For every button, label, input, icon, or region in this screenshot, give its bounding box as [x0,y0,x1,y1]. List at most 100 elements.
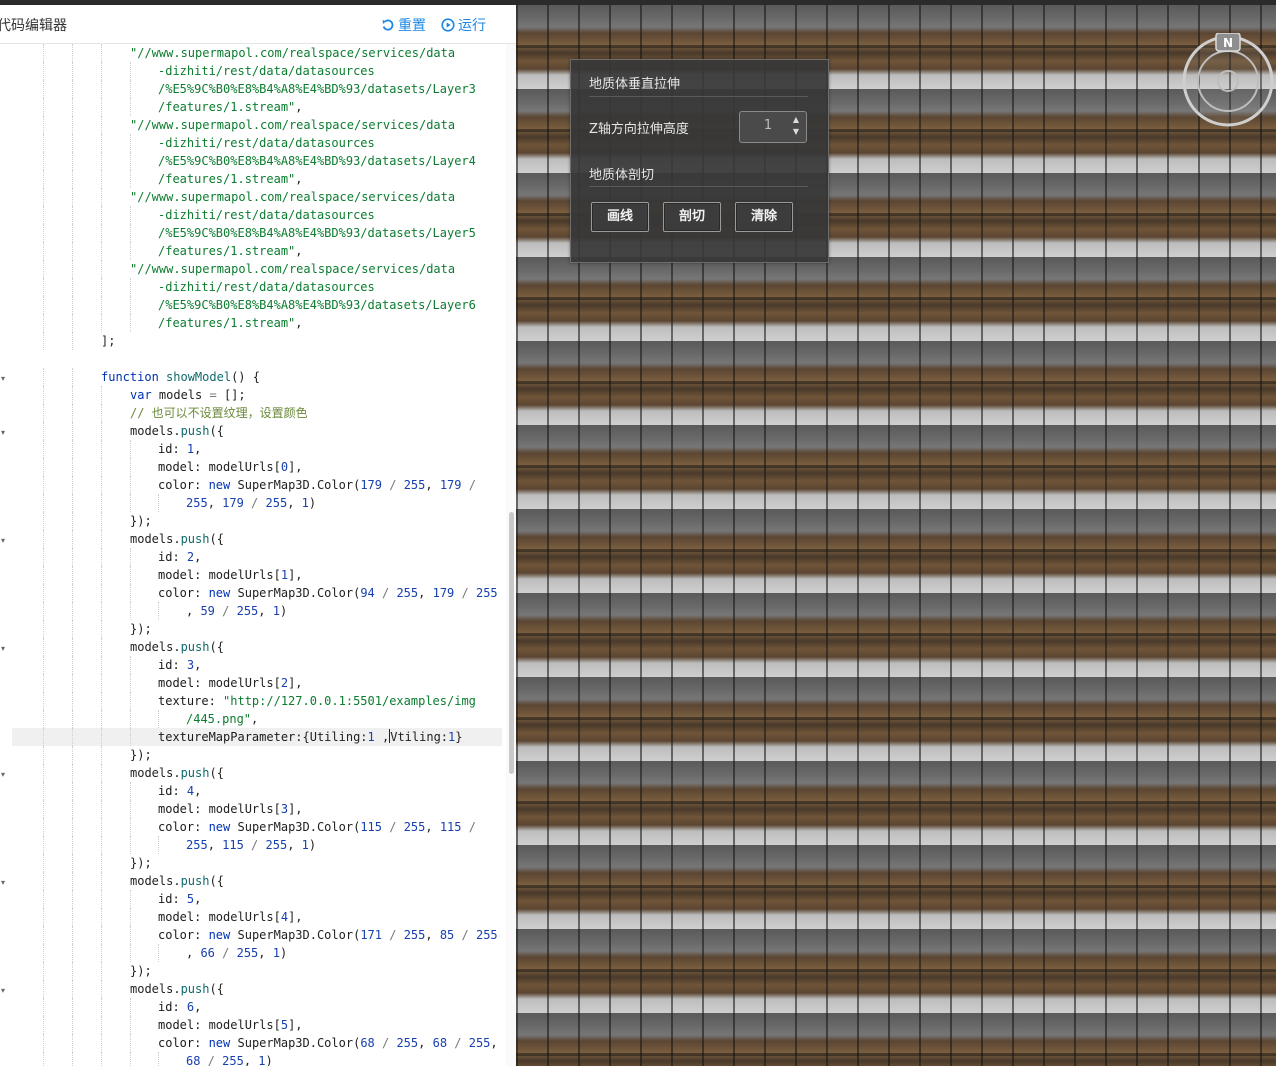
indent-guide [43,440,44,458]
code-line[interactable]: model: modelUrls[2], [12,674,502,692]
stepper-down-icon[interactable]: ▼ [790,126,802,138]
code-token: -dizhiti/rest/data/datasources [158,64,375,78]
compass-icon[interactable]: N [1180,33,1276,129]
code-line[interactable]: 255, 115 / 255, 1) [12,836,502,854]
indent-guide [72,566,73,584]
code-line[interactable]: "//www.supermapol.com/realspace/services… [12,44,502,62]
fold-icon[interactable]: ▾ [1,536,5,545]
code-line[interactable]: color: new SuperMap3D.Color(179 / 255, 1… [12,476,502,494]
reset-button[interactable]: 重置 [381,15,426,35]
code-line-text: model: modelUrls[2], [158,674,303,692]
code-line[interactable]: 68 / 255, 1) [12,1052,502,1066]
code-line[interactable]: /%E5%9C%B0%E8%B4%A8%E4%BD%93/datasets/La… [12,80,502,98]
cut-button[interactable]: 剖切 [663,202,721,232]
code-line[interactable]: models.push({ [12,980,502,998]
code-line[interactable]: /%E5%9C%B0%E8%B4%A8%E4%BD%93/datasets/La… [12,296,502,314]
indent-guide [101,260,102,278]
code-line[interactable]: /features/1.stream", [12,98,502,116]
indent-guide [101,710,102,728]
code-token: model [158,568,195,582]
code-line[interactable] [12,350,502,368]
code-line[interactable]: /features/1.stream", [12,314,502,332]
code-line[interactable]: "//www.supermapol.com/realspace/services… [12,188,502,206]
code-line[interactable]: , 66 / 255, 1) [12,944,502,962]
code-line[interactable]: color: new SuperMap3D.Color(171 / 255, 8… [12,926,502,944]
code-line-text: function showModel() { [101,368,260,386]
editor-scrollbar[interactable] [506,44,516,1066]
code-line[interactable]: model: modelUrls[4], [12,908,502,926]
code-line[interactable]: ]; [12,332,502,350]
code-line[interactable]: id: 5, [12,890,502,908]
code-line[interactable]: color: new SuperMap3D.Color(115 / 255, 1… [12,818,502,836]
code-line[interactable]: model: modelUrls[5], [12,1016,502,1034]
fold-icon[interactable]: ▾ [1,428,5,437]
code-line[interactable]: // 也可以不设置纹理，设置颜色 [12,404,502,422]
code-line[interactable]: id: 4, [12,782,502,800]
code-token: push [180,982,210,996]
indent-guide [72,638,73,656]
code-line[interactable]: /features/1.stream", [12,170,502,188]
indent-guide [101,530,102,548]
fold-icon[interactable]: ▾ [1,986,5,995]
code-line[interactable]: 255, 179 / 255, 1) [12,494,502,512]
code-token: 115 [439,820,462,834]
code-line[interactable]: /features/1.stream", [12,242,502,260]
code-line[interactable]: color: new SuperMap3D.Color(94 / 255, 17… [12,584,502,602]
code-line[interactable]: id: 6, [12,998,502,1016]
code-line[interactable]: var models = []; [12,386,502,404]
code-line[interactable]: /%E5%9C%B0%E8%B4%A8%E4%BD%93/datasets/La… [12,224,502,242]
code-line[interactable]: "//www.supermapol.com/realspace/services… [12,260,502,278]
fold-icon[interactable]: ▾ [1,878,5,887]
code-line[interactable]: models.push({ [12,530,502,548]
code-token: var [130,388,152,402]
code-line[interactable]: }); [12,962,502,980]
code-line[interactable]: /445.png", [12,710,502,728]
code-line[interactable]: }); [12,512,502,530]
scrollbar-thumb[interactable] [509,512,514,774]
indent-guide [101,800,102,818]
fold-icon[interactable]: ▾ [1,644,5,653]
code-token: /%E5%9C%B0%E8%B4%A8%E4%BD%93/datasets/La… [158,154,476,168]
code-line[interactable]: models.push({ [12,764,502,782]
code-line[interactable]: -dizhiti/rest/data/datasources [12,278,502,296]
code-line[interactable]: -dizhiti/rest/data/datasources [12,134,502,152]
code-token: ) [308,496,317,510]
code-line[interactable]: "//www.supermapol.com/realspace/services… [12,116,502,134]
indent-guide [130,1052,131,1066]
code-line[interactable]: -dizhiti/rest/data/datasources [12,62,502,80]
code-line[interactable]: model: modelUrls[3], [12,800,502,818]
code-line[interactable]: }); [12,854,502,872]
code-line[interactable]: function showModel() { [12,368,502,386]
fold-icon[interactable]: ▾ [1,770,5,779]
code-line[interactable]: }); [12,620,502,638]
code-token: }); [130,748,152,762]
code-line[interactable]: models.push({ [12,638,502,656]
code-line[interactable]: textureMapParameter:{Utiling:1 ,Vtiling:… [12,728,502,746]
code-line-text: , 66 / 255, 1) [186,944,287,962]
code-line[interactable]: model: modelUrls[1], [12,566,502,584]
indent-guide [130,440,131,458]
z-stretch-stepper[interactable]: 1 ▲ ▼ [739,111,807,143]
fold-icon[interactable]: ▾ [1,374,5,383]
code-line[interactable]: model: modelUrls[0], [12,458,502,476]
code-line[interactable]: models.push({ [12,872,502,890]
clear-button[interactable]: 清除 [735,202,793,232]
code-line[interactable]: }); [12,746,502,764]
code-area[interactable]: "//www.supermapol.com/realspace/services… [12,44,504,1066]
z-stretch-value[interactable]: 1 [740,118,796,133]
indent-guide [101,296,102,314]
code-line[interactable]: id: 2, [12,548,502,566]
stepper-up-icon[interactable]: ▲ [790,114,802,126]
code-line[interactable]: id: 1, [12,440,502,458]
code-line[interactable]: texture: "http://127.0.0.1:5501/examples… [12,692,502,710]
code-line[interactable]: , 59 / 255, 1) [12,602,502,620]
code-line[interactable]: -dizhiti/rest/data/datasources [12,206,502,224]
code-line[interactable]: /%E5%9C%B0%E8%B4%A8%E4%BD%93/datasets/La… [12,152,502,170]
code-line[interactable]: id: 3, [12,656,502,674]
code-line[interactable]: models.push({ [12,422,502,440]
code-line[interactable]: color: new SuperMap3D.Color(68 / 255, 68… [12,1034,502,1052]
indent-guide [72,800,73,818]
draw-line-button[interactable]: 画线 [591,202,649,232]
3d-viewport[interactable]: 地质体垂直拉伸 Z轴方向拉伸高度 1 ▲ ▼ 地质体剖切 画线 剖切 清除 N [516,5,1276,1066]
run-button[interactable]: 运行 [441,15,486,35]
